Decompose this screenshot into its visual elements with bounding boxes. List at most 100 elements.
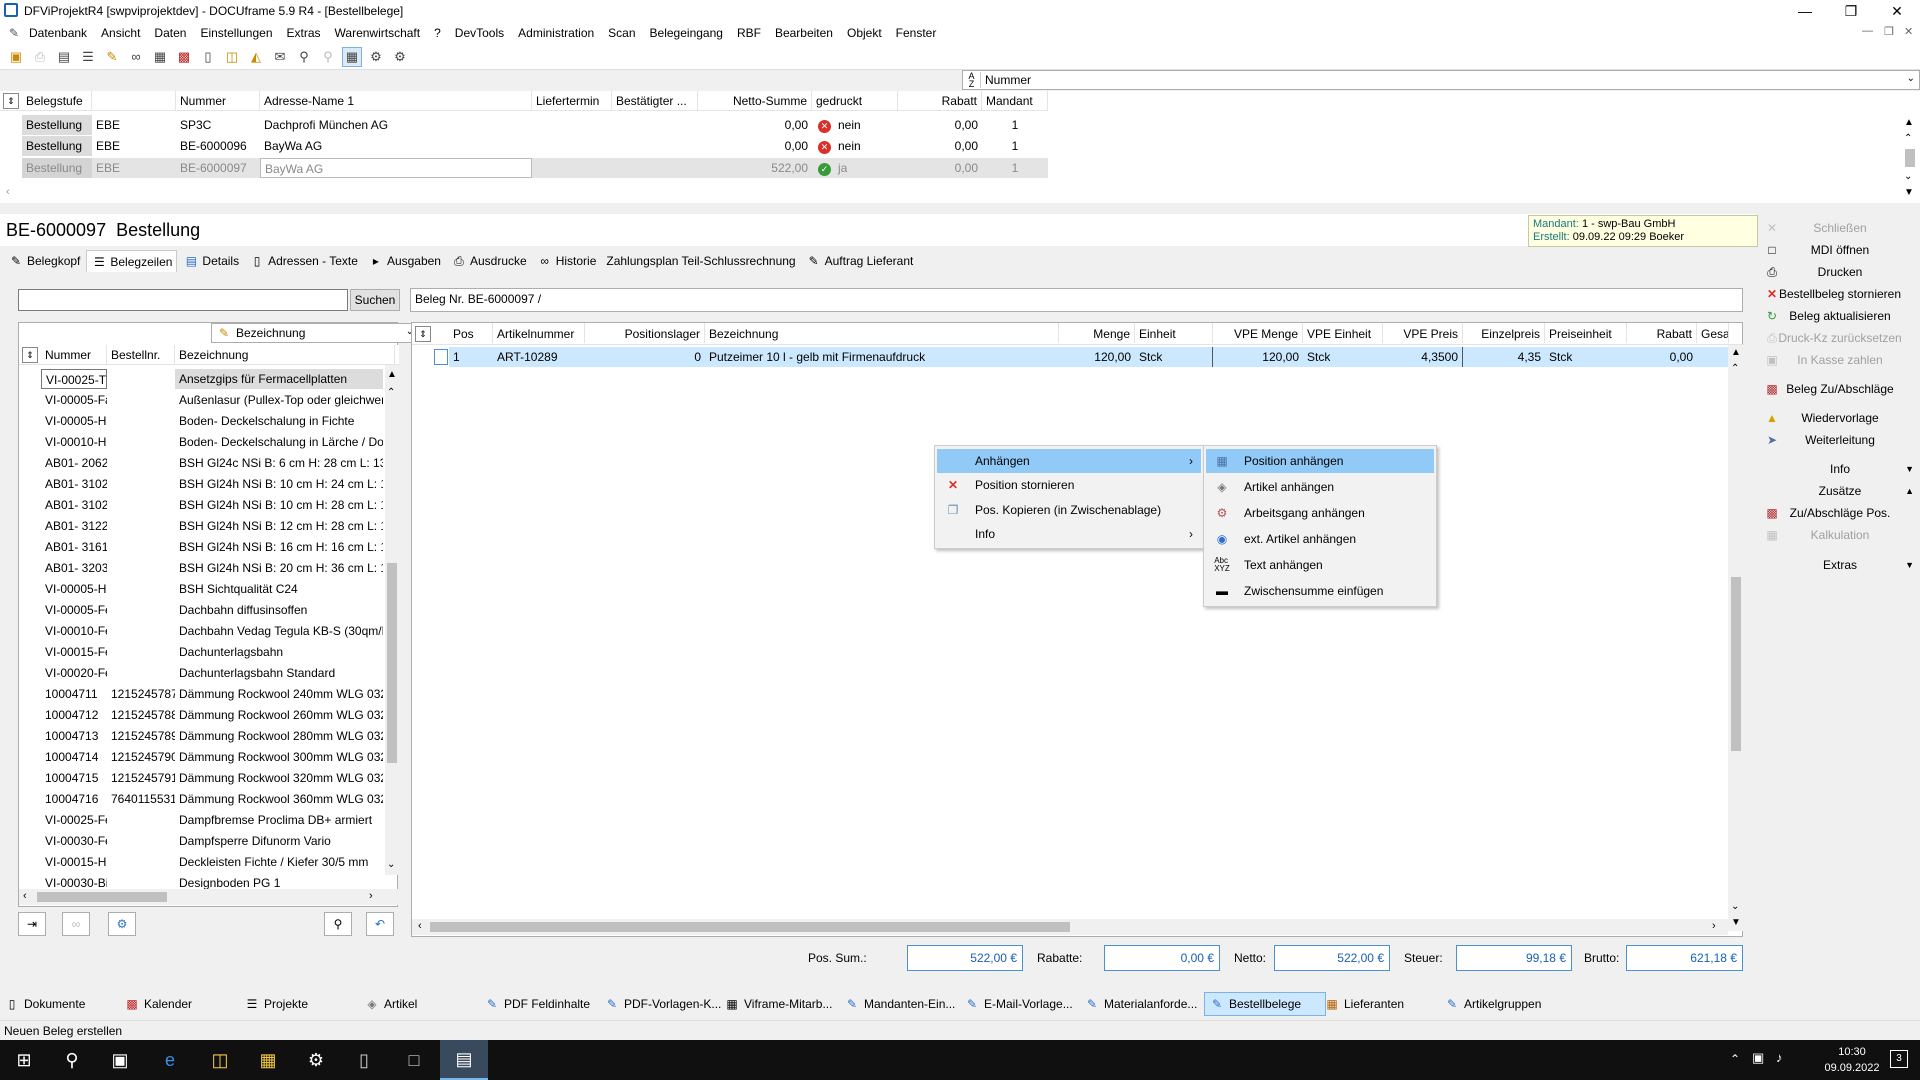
window-tab-materialanforderung[interactable]: ✎ Materialanforde... [1084, 992, 1197, 1016]
tab-details[interactable]: ▤ Details [179, 250, 243, 272]
beleg-zu-abschlaege-button[interactable]: ▩ Beleg Zu/Abschläge [1760, 378, 1920, 400]
scrollbar-thumb[interactable] [387, 563, 397, 763]
list-item[interactable]: VI-00025-Fe Dampfbremse Proclima DB+ armi… [19, 810, 383, 830]
menu-item-zwischensumme[interactable]: ▬ Zwischensumme einfügen [1206, 579, 1434, 603]
list-item[interactable]: 10004711 1215245787 Dämmung Rockwool 240mm… [19, 684, 383, 704]
sort-field-select[interactable]: AZ Nummer ⌄ [962, 70, 1920, 90]
horizontal-scrollbar[interactable]: ‹ › [412, 919, 1728, 935]
col-positionslager[interactable]: Positionslager [585, 323, 705, 343]
list-item[interactable]: 10004713 1215245789 Dämmung Rockwool 280mm… [19, 726, 383, 746]
list-item[interactable]: AB01- 3161 BSH Gl24h NSi B: 16 cm H: 16 c… [19, 537, 383, 557]
tab-auftrag-lieferant[interactable]: ✎ Auftrag Lieferant [802, 250, 918, 272]
task-view-icon[interactable]: ▣ [96, 1040, 144, 1080]
restore-button[interactable]: ❐ [1828, 0, 1874, 22]
col-bezeichnung[interactable]: Bezeichnung [175, 345, 395, 365]
scroll-top-icon[interactable]: ▲ [1904, 117, 1914, 128]
col-bezeichnung[interactable]: Bezeichnung [705, 323, 1059, 343]
bestellbeleg-stornieren-button[interactable]: ✕ Bestellbeleg stornieren [1760, 283, 1920, 305]
vertical-scrollbar-thumb[interactable] [1905, 149, 1915, 167]
drucken-button[interactable]: ⎙ Drucken [1760, 261, 1920, 283]
list-item[interactable]: VI-00020-Fe Dachunterlagsbahn Standard [19, 663, 383, 683]
tab-ausgaben[interactable]: ▸ Ausgaben [364, 250, 445, 272]
menu-item-ext-artikel-anhaengen[interactable]: ◉ ext. Artikel anhängen [1206, 527, 1434, 551]
settings-button[interactable]: ⚙ [108, 912, 136, 936]
table-row-selected[interactable]: 1 ART-10289 0 Putzeimer 10 l - gelb mit … [412, 347, 1728, 367]
beleg-nr-field[interactable]: Beleg Nr. BE-6000097 / [410, 288, 1743, 312]
calendar-icon[interactable]: ▩ [174, 47, 194, 67]
scroll-right-icon[interactable]: › [369, 890, 373, 902]
search-disabled-icon[interactable]: ⚲ [318, 47, 338, 67]
vertical-scrollbar[interactable]: ▲ ⌃ ⌄ [385, 365, 399, 875]
schliessen-button[interactable]: ✕ Schließen [1760, 217, 1920, 239]
col-menge[interactable]: Menge [1059, 323, 1135, 343]
note-icon[interactable]: ✎ [102, 47, 122, 67]
menu-einstellungen[interactable]: Einstellungen [193, 22, 279, 44]
scroll-bottom-icon[interactable]: ▼ [1904, 187, 1914, 198]
window-tab-dokumente[interactable]: ▯ Dokumente [4, 992, 86, 1016]
tab-belegkopf[interactable]: ✎ Belegkopf [4, 250, 84, 272]
tab-zahlungsplan[interactable]: Zahlungsplan Teil-Schlussrechnung [602, 250, 799, 272]
mdi-close-button[interactable]: ✕ [1904, 25, 1913, 38]
mdi-oeffnen-button[interactable]: □ MDI öffnen [1760, 239, 1920, 261]
col-gesamt[interactable]: Gesar [1697, 323, 1729, 343]
phone-icon[interactable]: ▯ [198, 47, 218, 67]
notification-center-icon[interactable]: 3 [1890, 1050, 1908, 1068]
zusaetze-section-button[interactable]: Zusätze ▲ [1760, 480, 1920, 502]
scroll-up-icon[interactable]: ⌃ [387, 387, 395, 398]
scroll-left-icon[interactable]: ‹ [418, 920, 422, 932]
list-item[interactable]: VI-00030-Fe Dampfsperre Difunorm Vario [19, 831, 383, 851]
new-record-icon[interactable]: ▣ [6, 47, 26, 67]
scroll-top-icon[interactable]: ▲ [387, 369, 397, 380]
internet-explorer-icon[interactable]: e [146, 1040, 194, 1080]
menu-rbf[interactable]: RBF [730, 22, 768, 44]
col-artikelnummer[interactable]: Artikelnummer [493, 323, 585, 343]
menu-bearbeiten[interactable]: Bearbeiten [768, 22, 840, 44]
rabatte-field[interactable]: 0,00 € [1104, 945, 1220, 971]
list-item[interactable]: 10004716 7640115531 Dämmung Rockwool 360mm… [19, 789, 383, 809]
scrollbar-thumb[interactable] [37, 892, 167, 902]
col-mandant[interactable]: Mandant [982, 91, 1048, 111]
app-folder-icon[interactable]: ▦ [244, 1040, 292, 1080]
menu-item-info[interactable]: Info › [937, 522, 1201, 546]
list-item[interactable]: 10004715 1215245791 Dämmung Rockwool 320mm… [19, 768, 383, 788]
close-button[interactable]: ✕ [1874, 0, 1920, 22]
col-einzelpreis[interactable]: Einzelpreis [1463, 323, 1545, 343]
col-bestaetigter[interactable]: Bestätigter ... [612, 91, 698, 111]
menu-warenwirtschaft[interactable]: Warenwirtschaft [328, 22, 428, 44]
table-row[interactable]: Bestellung EBE SP3C Dachprofi München AG… [0, 115, 1048, 135]
list-item[interactable]: AB01- 3122 BSH Gl24h NSi B: 12 cm H: 28 c… [19, 516, 383, 536]
menu-item-pos-kopieren[interactable]: ❐ Pos. Kopieren (in Zwischenablage) [937, 498, 1201, 522]
folder-open-icon[interactable]: ◭ [246, 47, 266, 67]
column-chooser-icon[interactable]: ⇕ [3, 93, 19, 109]
scroll-up-icon[interactable]: ⌃ [1731, 363, 1739, 374]
col-vpe-preis[interactable]: VPE Preis [1383, 323, 1463, 343]
steuer-field[interactable]: 99,18 € [1456, 945, 1572, 971]
list-item[interactable]: AB01- 3203 BSH Gl24h NSi B: 20 cm H: 36 c… [19, 558, 383, 578]
tab-adressen-texte[interactable]: ▯ Adressen - Texte [245, 250, 362, 272]
scroll-down-icon[interactable]: ⌄ [1731, 901, 1739, 912]
col-nummer[interactable]: Nummer [176, 91, 260, 111]
mdi-restore-button[interactable]: ❐ [1884, 25, 1894, 38]
col-liefertermin[interactable]: Liefertermin [532, 91, 612, 111]
folder-icon[interactable]: ◫ [222, 47, 242, 67]
settings-gear-icon[interactable]: ⚙ [292, 1040, 340, 1080]
attach-button[interactable]: ∞ [62, 912, 90, 936]
window-tab-bestellbelege[interactable]: ✎ Bestellbelege [1204, 992, 1327, 1016]
list-item[interactable]: VI-00010-Fe Dachbahn Vedag Tegula KB-S (3… [19, 621, 383, 641]
menu-item-arbeitsgang-anhaengen[interactable]: ⚙ Arbeitsgang anhängen [1206, 501, 1434, 525]
mail-icon[interactable]: ✉ [270, 47, 290, 67]
col-pos[interactable]: Pos [449, 323, 493, 343]
menu-item-anhaengen[interactable]: Anhängen › [937, 449, 1201, 473]
col-nummer[interactable]: Nummer [41, 345, 107, 365]
info-section-button[interactable]: Info ▼ [1760, 458, 1920, 480]
undo-button[interactable]: ↶ [366, 912, 394, 936]
brutto-field[interactable]: 621,18 € [1626, 945, 1743, 971]
menu-objekt[interactable]: Objekt [840, 22, 889, 44]
col-gedruckt[interactable]: gedruckt [812, 91, 898, 111]
col-typ[interactable] [92, 91, 176, 111]
window-tab-artikelgruppen[interactable]: ✎ Artikelgruppen [1444, 992, 1541, 1016]
list-item[interactable]: AB01- 2062 BSH Gl24c NSi B: 6 cm H: 28 cm… [19, 453, 383, 473]
list-item[interactable]: VI-00015-H Deckleisten Fichte / Kiefer 30… [19, 852, 383, 872]
col-vpe-einheit[interactable]: VPE Einheit [1303, 323, 1383, 343]
col-adresse[interactable]: Adresse-Name 1 [260, 91, 532, 111]
